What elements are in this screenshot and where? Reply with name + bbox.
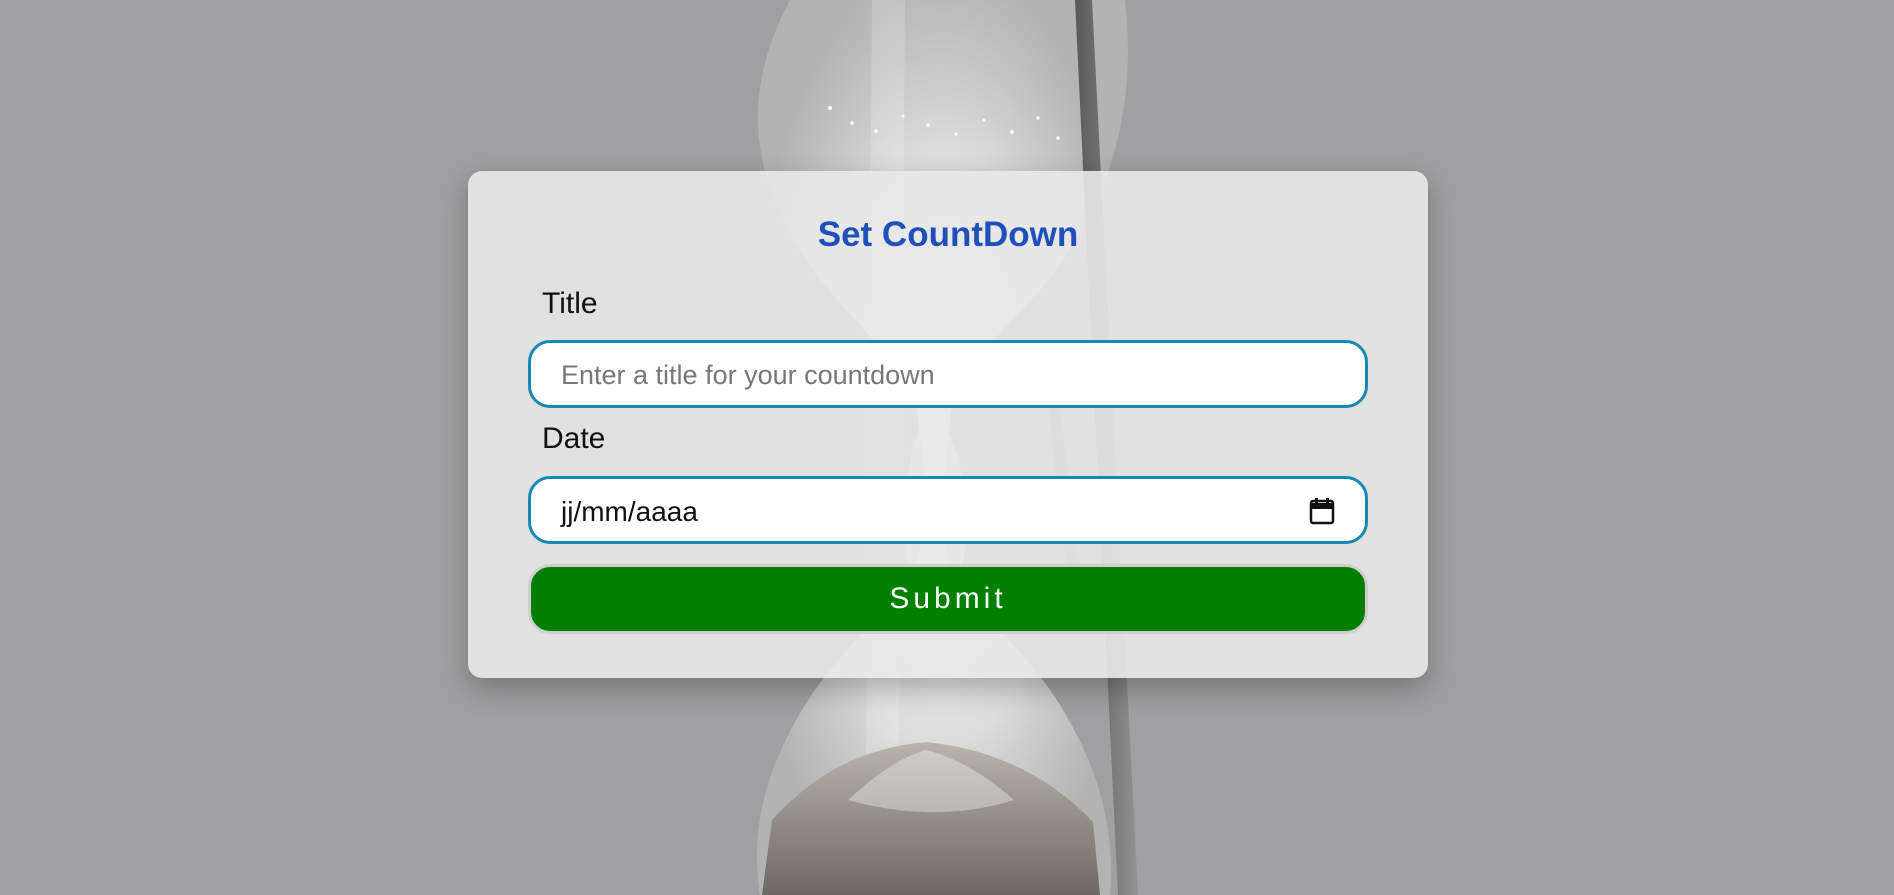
title-input[interactable] xyxy=(561,355,1321,395)
title-field[interactable] xyxy=(528,340,1368,408)
countdown-card: Set CountDown Title Date jj/mm/aaaa Subm… xyxy=(468,171,1428,678)
submit-button[interactable]: Submit xyxy=(528,564,1368,634)
page-title: Set CountDown xyxy=(817,215,1079,254)
calendar-icon[interactable] xyxy=(1309,496,1335,526)
title-label: Title xyxy=(542,287,598,320)
date-field[interactable]: jj/mm/aaaa xyxy=(528,476,1368,544)
date-input-value[interactable]: jj/mm/aaaa xyxy=(561,496,698,528)
date-label: Date xyxy=(542,422,606,455)
